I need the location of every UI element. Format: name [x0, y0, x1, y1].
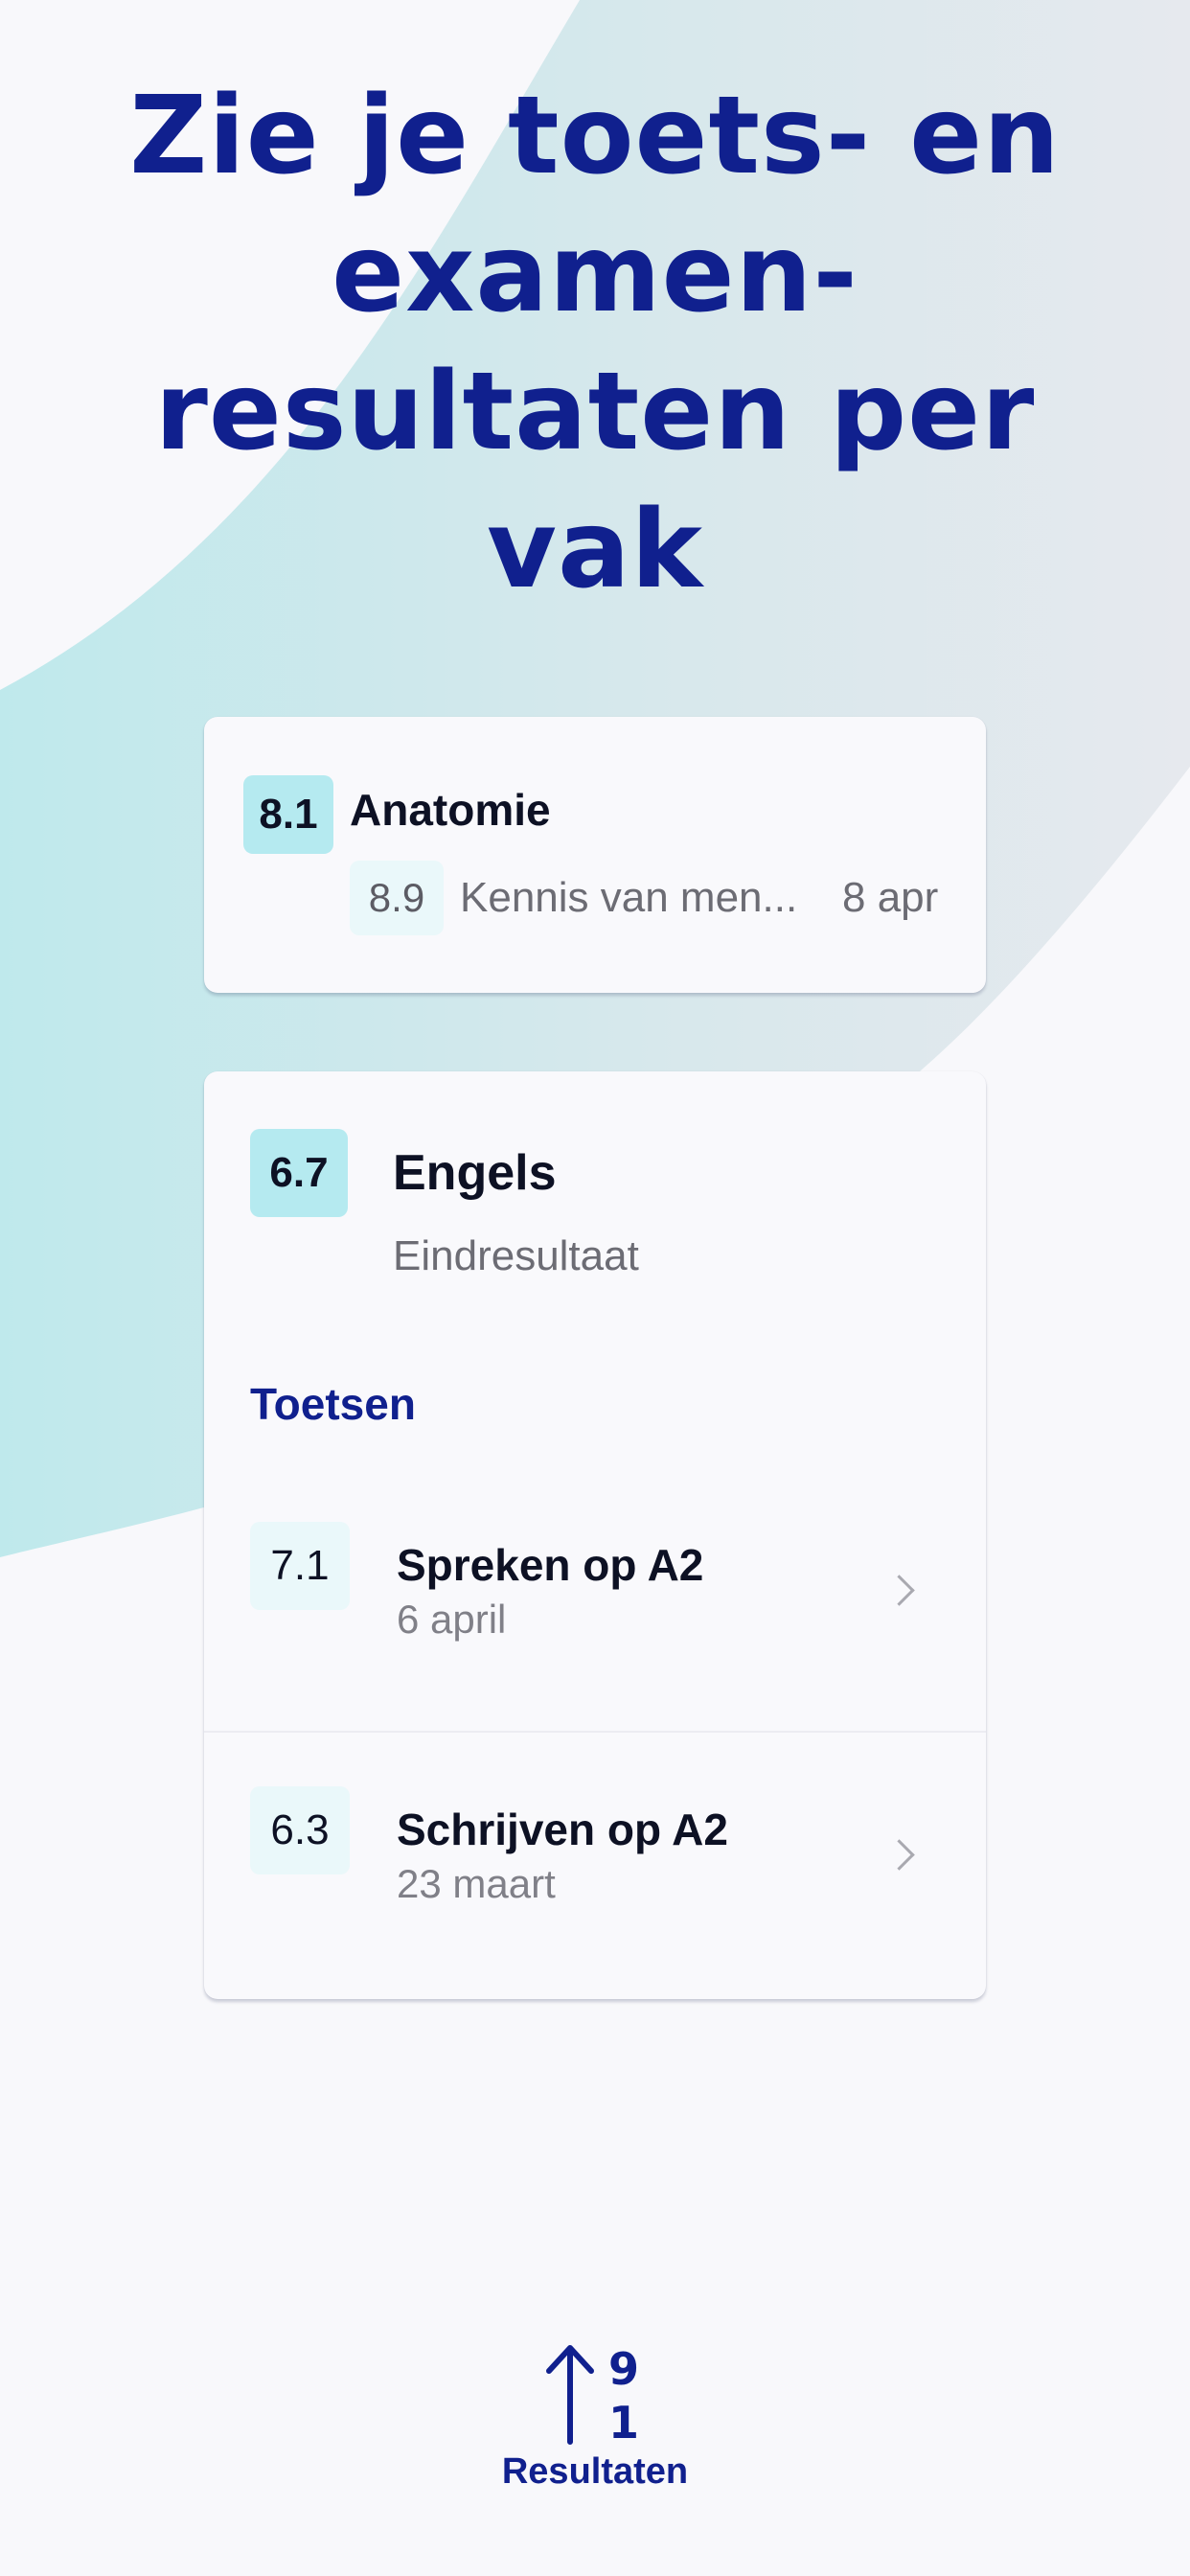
chevron-right-icon [883, 1575, 915, 1606]
page-headline: Zie je toets- en examen-resultaten per v… [129, 74, 1061, 612]
test-title: Spreken op A2 [397, 1540, 704, 1590]
subject-card-engels: 6.7 Engels Eindresultaat Toetsen 7.1 Spr… [204, 1071, 986, 1999]
test-title: Schrijven op A2 [397, 1805, 728, 1854]
subject-grade-badge: 6.7 [250, 1129, 348, 1217]
subject-grade-badge: 8.1 [243, 775, 333, 854]
subject-name: Engels [393, 1145, 557, 1201]
test-row[interactable]: 7.1 Spreken op A2 6 april [204, 1466, 986, 1731]
result-date: 8 apr [842, 874, 939, 921]
sort-results-icon: 9 1 [546, 2343, 639, 2448]
section-heading-tests: Toetsen [250, 1379, 416, 1429]
test-row[interactable]: 6.3 Schrijven op A2 23 maart [204, 1733, 986, 1997]
sort-icon-digit-top: 9 [608, 2343, 639, 2395]
test-grade-badge: 7.1 [250, 1522, 350, 1610]
final-result-label: Eindresultaat [393, 1232, 639, 1279]
subject-card-anatomie[interactable]: 8.1 Anatomie 8.9 Kennis van men... 8 apr [204, 717, 986, 993]
result-grade-badge: 8.9 [350, 861, 444, 935]
test-grade-badge: 6.3 [250, 1786, 350, 1874]
tab-label: Resultaten [501, 2451, 689, 2492]
subject-name: Anatomie [350, 785, 551, 835]
test-date: 23 maart [397, 1861, 556, 1906]
test-date: 6 april [397, 1597, 507, 1642]
result-title: Kennis van men... [460, 874, 798, 921]
sort-icon-digit-bottom: 1 [608, 2397, 639, 2448]
chevron-right-icon [883, 1839, 915, 1871]
tab-resultaten[interactable]: 9 1 Resultaten [451, 2338, 739, 2520]
